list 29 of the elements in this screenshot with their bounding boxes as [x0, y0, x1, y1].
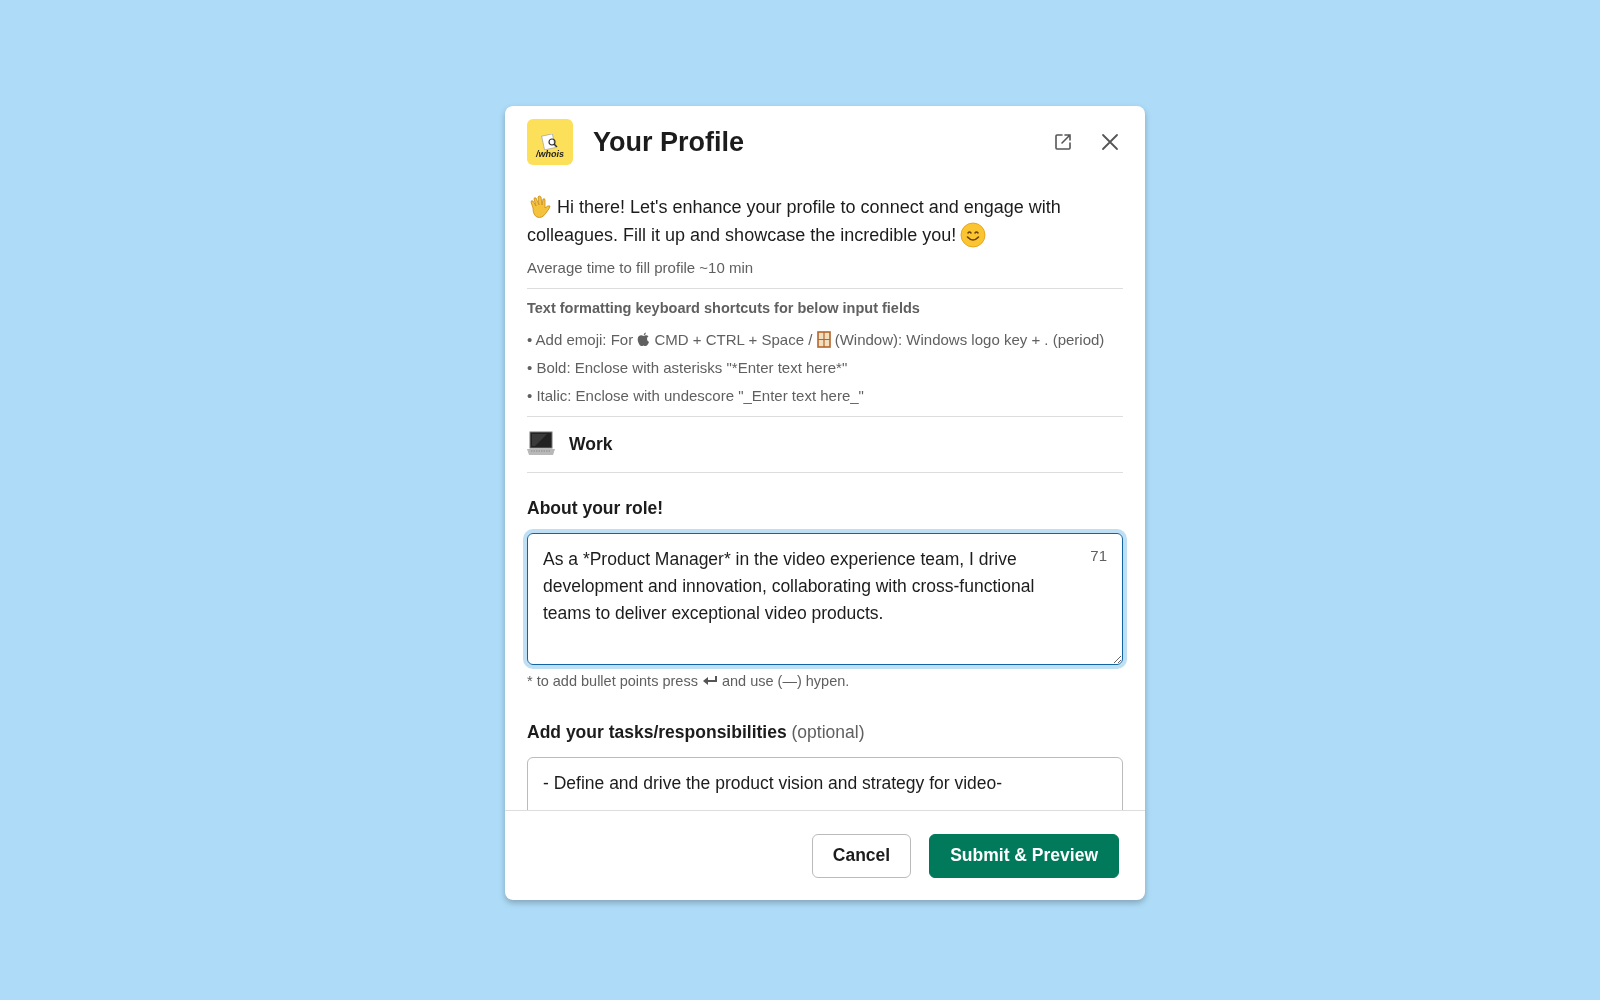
shortcut-text: CMD + CTRL + Space / — [654, 331, 813, 349]
waving-hand-icon — [527, 194, 553, 220]
laptop-icon — [527, 431, 555, 458]
window-icon — [816, 331, 831, 349]
submit-button[interactable]: Submit & Preview — [929, 833, 1119, 878]
shortcut-text: • Bold: Enclose with asterisks "*Enter text here*" — [527, 358, 849, 379]
time-note: Average time to fill profile ~10 min — [527, 258, 755, 278]
logo-text: /whois — [536, 150, 564, 159]
optional-note: (optional) — [791, 721, 865, 742]
apple-icon — [637, 332, 651, 348]
field-hint: and use (—) hypen. — [721, 672, 850, 689]
shortcut-text: (Window): Windows logo key + . (period) — [834, 331, 1105, 349]
shortcut-text: • Add emoji: For — [527, 331, 634, 349]
dialog-title: Your Profile — [593, 125, 745, 159]
external-link-icon — [1053, 132, 1073, 152]
cancel-button[interactable]: Cancel — [811, 833, 912, 878]
return-key-icon — [701, 674, 718, 687]
character-counter: 71 — [1090, 545, 1107, 566]
intro-text: colleagues. Fill it up and showcase the incredible you! — [527, 224, 957, 247]
field-label: Add your tasks/responsibilities — [527, 721, 787, 742]
intro-text: Hi there! Let's enhance your profile to connect and engage with — [557, 196, 1061, 219]
magnifier-icon — [541, 134, 559, 150]
field-label: About your role! — [527, 496, 665, 520]
field-hint: * to add bullet points press — [527, 672, 698, 689]
shortcuts-heading: Text formatting keyboard shortcuts for below input fields — [527, 298, 921, 318]
smiling-face-icon — [960, 222, 987, 248]
shortcut-text: • Italic: Enclose with undescore "_Enter text here_" — [527, 386, 865, 407]
section-title: Work — [569, 433, 613, 457]
close-icon — [1101, 133, 1119, 151]
